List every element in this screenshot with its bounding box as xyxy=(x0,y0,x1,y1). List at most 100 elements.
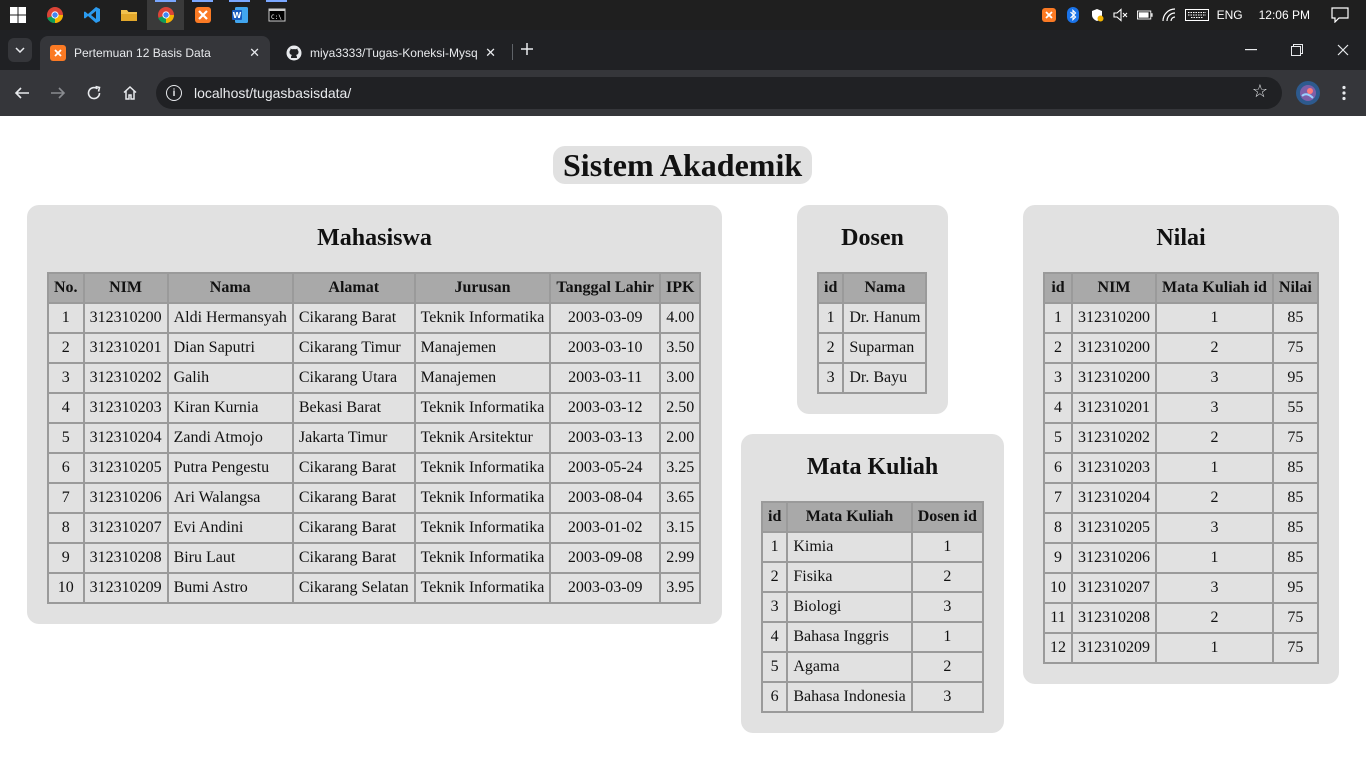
table-cell: 3 xyxy=(910,681,984,713)
table-cell: 7 xyxy=(1043,482,1073,514)
table-cell: 2003-05-24 xyxy=(549,452,662,484)
wifi-icon[interactable] xyxy=(1161,7,1177,23)
minimize-button[interactable] xyxy=(1228,30,1274,70)
table-cell: Teknik Informatika xyxy=(413,512,552,544)
address-bar[interactable]: i localhost/tugasbasisdata/ ☆ xyxy=(156,77,1282,109)
security-icon[interactable] xyxy=(1089,7,1105,23)
column-header: Tanggal Lahir xyxy=(549,272,662,304)
table-cell: Dian Saputri xyxy=(166,332,294,364)
close-icon xyxy=(1337,44,1349,56)
more-vertical-icon xyxy=(1342,85,1346,101)
table-cell: 5 xyxy=(1043,422,1073,454)
table-cell: 1 xyxy=(1155,542,1274,574)
mata-kuliah-table: id Mata Kuliah Dosen id 1 Kimia 1 2 Fisika 2 3 Bi… xyxy=(760,501,984,713)
column-header: id xyxy=(1043,272,1073,304)
table-cell: Biru Laut xyxy=(166,542,294,574)
table-cell: Putra Pengestu xyxy=(166,452,294,484)
table-row: 11 312310208 2 75 xyxy=(1043,602,1319,634)
table-cell: 312310204 xyxy=(82,422,169,454)
taskbar-xampp[interactable] xyxy=(184,0,221,30)
table-cell: 9 xyxy=(1043,542,1073,574)
close-tab-icon[interactable]: ✕ xyxy=(249,45,260,61)
battery-icon[interactable] xyxy=(1136,7,1153,23)
table-cell: Bahasa Inggris xyxy=(786,621,913,653)
close-tab-icon[interactable]: ✕ xyxy=(485,45,496,61)
table-cell: 75 xyxy=(1271,422,1319,454)
taskbar-file-explorer[interactable] xyxy=(110,0,147,30)
table-cell: 10 xyxy=(47,572,85,604)
table-cell: 1 xyxy=(760,531,789,563)
bookmark-star-icon[interactable]: ☆ xyxy=(1252,81,1268,102)
column-header: Alamat xyxy=(291,272,416,304)
nilai-title: Nilai xyxy=(1156,225,1206,251)
home-icon xyxy=(123,85,137,100)
taskbar-chrome[interactable] xyxy=(36,0,73,30)
column-header: Jurusan xyxy=(413,272,552,304)
table-cell: 312310203 xyxy=(1071,452,1157,484)
table-cell: 312310202 xyxy=(82,362,169,394)
table-row: 4 Bahasa Inggris 1 xyxy=(760,621,984,653)
site-info-icon[interactable]: i xyxy=(166,85,182,101)
browser-menu-button[interactable] xyxy=(1334,81,1354,105)
table-cell: 3 xyxy=(1155,572,1274,604)
toolbar: i localhost/tugasbasisdata/ ☆ xyxy=(0,70,1366,116)
forward-button[interactable] xyxy=(46,81,70,105)
table-row: 8 312310205 3 85 xyxy=(1043,512,1319,544)
table-cell: 312310208 xyxy=(82,542,169,574)
table-cell: 1 xyxy=(910,621,984,653)
table-cell: 2 xyxy=(910,561,984,593)
restore-button[interactable] xyxy=(1274,30,1320,70)
chrome-icon xyxy=(46,7,63,24)
tab-github[interactable]: miya3333/Tugas-Koneksi-Mysq ✕ xyxy=(276,36,506,70)
table-cell: 3 xyxy=(816,362,845,394)
tab-strip: Pertemuan 12 Basis Data ✕ miya3333/Tugas… xyxy=(0,30,1366,70)
table-row: 6 312310203 1 85 xyxy=(1043,452,1319,484)
table-cell: 2003-03-09 xyxy=(549,572,662,604)
url-text[interactable]: localhost/tugasbasisdata/ xyxy=(194,85,351,101)
table-cell: Cikarang Barat xyxy=(291,512,416,544)
taskbar-vscode[interactable] xyxy=(73,0,110,30)
volume-muted-icon[interactable] xyxy=(1113,7,1129,23)
tab-title: Pertemuan 12 Basis Data xyxy=(74,46,211,60)
xampp-tray-icon[interactable] xyxy=(1041,7,1057,23)
column-header: Nama xyxy=(166,272,294,304)
new-tab-button[interactable] xyxy=(520,42,534,58)
back-button[interactable] xyxy=(10,81,34,105)
svg-text:C:\: C:\ xyxy=(271,14,282,21)
table-cell: Bekasi Barat xyxy=(291,392,416,424)
table-cell: 8 xyxy=(1043,512,1073,544)
taskbar-word[interactable]: W xyxy=(221,0,258,30)
table-cell: 2 xyxy=(1155,422,1274,454)
bluetooth-icon[interactable] xyxy=(1065,7,1081,23)
table-cell: 2 xyxy=(47,332,85,364)
table-cell: 312310207 xyxy=(82,512,169,544)
column-header: NIM xyxy=(82,272,169,304)
keyboard-icon[interactable] xyxy=(1184,7,1209,23)
close-window-button[interactable] xyxy=(1320,30,1366,70)
profile-avatar[interactable] xyxy=(1296,81,1320,105)
table-cell: 312310208 xyxy=(1071,602,1157,634)
table-row: 4 312310201 3 55 xyxy=(1043,392,1319,424)
home-button[interactable] xyxy=(118,81,142,105)
table-cell: 312310209 xyxy=(82,572,169,604)
table-cell: 2 xyxy=(1155,332,1274,364)
dosen-card: Dosen id Nama 1 Dr. Hanum 2 Suparman 3 Dr. Bay… xyxy=(797,205,948,414)
page-title: Sistem Akademik xyxy=(553,146,813,184)
table-cell: 6 xyxy=(47,452,85,484)
taskbar-chrome-active[interactable] xyxy=(147,0,184,30)
start-button[interactable] xyxy=(0,0,36,30)
notification-icon[interactable] xyxy=(1330,7,1350,23)
reload-button[interactable] xyxy=(82,81,106,105)
tab-pertemuan[interactable]: Pertemuan 12 Basis Data ✕ xyxy=(40,36,270,70)
table-cell: 2003-03-09 xyxy=(549,302,662,334)
table-row: 9 312310206 1 85 xyxy=(1043,542,1319,574)
tab-search-button[interactable] xyxy=(8,38,32,62)
table-cell: 3.00 xyxy=(659,362,702,394)
clock[interactable]: 12:06 PM xyxy=(1259,8,1310,22)
taskbar-terminal[interactable]: C:\ xyxy=(258,0,295,30)
table-cell: 85 xyxy=(1271,482,1319,514)
table-cell: 85 xyxy=(1271,302,1319,334)
language-indicator[interactable]: ENG xyxy=(1217,8,1243,22)
table-cell: 85 xyxy=(1271,542,1319,574)
column-header: Mata Kuliah xyxy=(786,501,913,533)
